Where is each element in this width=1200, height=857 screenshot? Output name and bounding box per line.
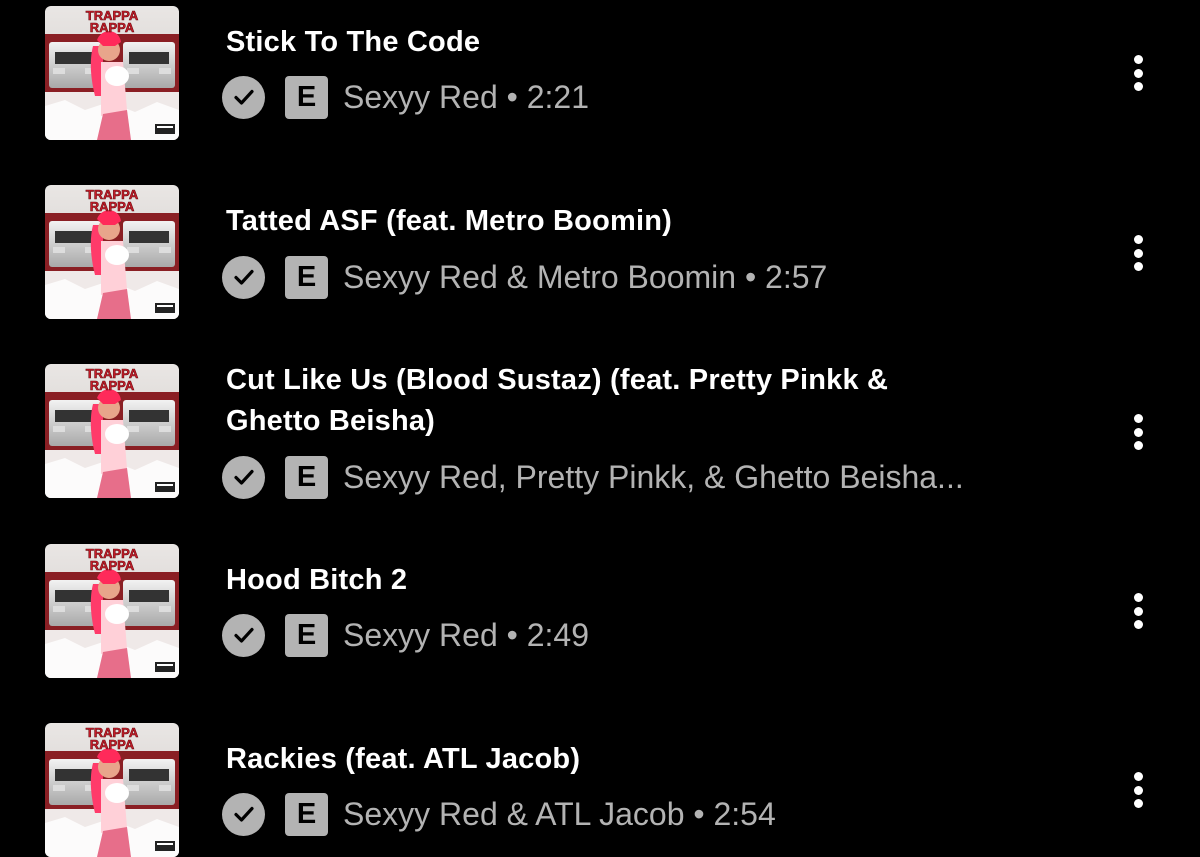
track-row[interactable]: TRAPPA RAPPA Stick To The Code E Sexyy R… — [0, 0, 1200, 140]
track-subtitle: Sexyy Red • 2:49 — [343, 616, 589, 653]
explicit-badge: E — [285, 613, 328, 657]
explicit-badge: E — [285, 455, 328, 499]
more-options-icon[interactable] — [1124, 589, 1152, 633]
track-title-line: Tatted ASF (feat. Metro Boomin) — [226, 205, 673, 237]
album-art: TRAPPA RAPPA — [45, 544, 179, 678]
track-subtitle: Sexyy Red, Pretty Pinkk, & Ghetto Beisha… — [343, 458, 964, 495]
svg-text:RAPPA: RAPPA — [90, 199, 135, 214]
svg-text:RAPPA: RAPPA — [90, 20, 135, 35]
track-row[interactable]: TRAPPA RAPPA Tatted ASF (feat. Metro Boo… — [0, 179, 1200, 319]
explicit-badge: E — [285, 255, 328, 299]
menu-dot — [1133, 772, 1143, 781]
more-options-icon[interactable] — [1124, 768, 1152, 812]
track-subtitle: Sexyy Red & ATL Jacob • 2:54 — [343, 795, 776, 832]
explicit-badge: E — [285, 75, 328, 119]
menu-dot — [1133, 441, 1143, 450]
menu-dot — [1133, 248, 1143, 258]
track-meta: E Sexyy Red & ATL Jacob • 2:54 — [222, 792, 776, 836]
album-art: TRAPPA RAPPA — [45, 6, 179, 140]
svg-text:RAPPA: RAPPA — [90, 378, 135, 393]
menu-dot — [1133, 785, 1143, 795]
more-options-icon[interactable] — [1124, 410, 1152, 454]
svg-text:RAPPA: RAPPA — [90, 737, 135, 752]
more-options-icon[interactable] — [1124, 51, 1152, 95]
menu-dot — [1133, 620, 1143, 629]
track-list: TRAPPA RAPPA Stick To The Code E Sexyy R… — [0, 0, 1200, 857]
menu-dot — [1133, 606, 1143, 616]
menu-dot — [1133, 55, 1143, 64]
track-row[interactable]: TRAPPA RAPPA Cut Like Us (Blood Sustaz) … — [0, 358, 1200, 499]
menu-dot — [1133, 68, 1143, 78]
track-title-line: Stick To The Code — [226, 26, 481, 58]
album-art: TRAPPA RAPPA — [45, 364, 179, 498]
menu-dot — [1133, 235, 1143, 244]
track-meta: E Sexyy Red & Metro Boomin • 2:57 — [222, 255, 827, 299]
more-options-icon[interactable] — [1124, 231, 1152, 275]
track-title: Rackies (feat. ATL Jacob) — [226, 739, 1026, 780]
track-meta: E Sexyy Red, Pretty Pinkk, & Ghetto Beis… — [222, 455, 964, 499]
track-title-line: Hood Bitch 2 — [226, 564, 408, 596]
track-title-line: Ghetto Beisha) — [226, 405, 436, 437]
check-circle-icon — [222, 455, 265, 499]
check-circle-icon — [222, 792, 265, 836]
track-title: Tatted ASF (feat. Metro Boomin) — [226, 201, 1026, 242]
track-title: Hood Bitch 2 — [226, 560, 1026, 601]
album-art: TRAPPA RAPPA — [45, 723, 179, 857]
track-title-line: Cut Like Us (Blood Sustaz) (feat. Pretty… — [226, 364, 889, 396]
track-title-line: Rackies (feat. ATL Jacob) — [226, 743, 581, 775]
explicit-badge: E — [285, 792, 328, 836]
album-art: TRAPPA RAPPA — [45, 185, 179, 319]
check-circle-icon — [222, 255, 265, 299]
track-row[interactable]: TRAPPA RAPPA Rackies (feat. ATL Jacob) E… — [0, 717, 1200, 857]
track-title: Stick To The Code — [226, 22, 1026, 63]
menu-dot — [1133, 799, 1143, 808]
track-title: Cut Like Us (Blood Sustaz) (feat. Pretty… — [226, 360, 1026, 442]
track-meta: E Sexyy Red • 2:21 — [222, 75, 589, 119]
menu-dot — [1133, 414, 1143, 423]
check-circle-icon — [222, 75, 265, 119]
svg-text:RAPPA: RAPPA — [90, 558, 135, 573]
track-subtitle: Sexyy Red • 2:21 — [343, 78, 589, 115]
menu-dot — [1133, 427, 1143, 437]
menu-dot — [1133, 593, 1143, 602]
check-circle-icon — [222, 613, 265, 657]
track-meta: E Sexyy Red • 2:49 — [222, 613, 589, 657]
track-subtitle: Sexyy Red & Metro Boomin • 2:57 — [343, 258, 828, 295]
menu-dot — [1133, 82, 1143, 91]
menu-dot — [1133, 262, 1143, 271]
track-row[interactable]: TRAPPA RAPPA Hood Bitch 2 E Sexyy Red • … — [0, 538, 1200, 678]
